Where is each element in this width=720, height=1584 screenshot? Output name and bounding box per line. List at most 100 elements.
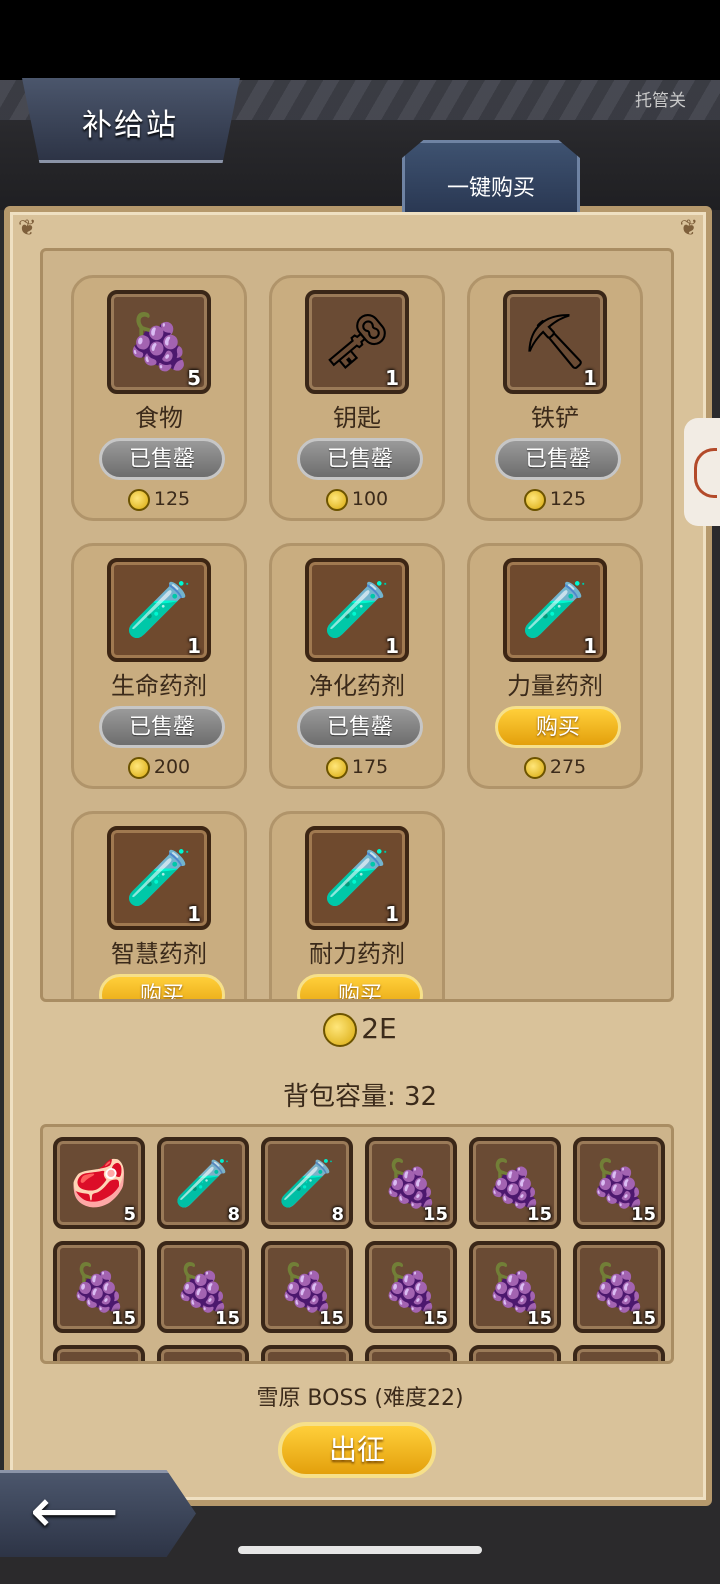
red-potion-icon: 🧪 1 [107,558,211,662]
price-value: 125 [549,488,587,510]
corner-ornament-icon: ❦ [18,216,37,241]
bag-slot[interactable]: 🍇 15 [573,1137,665,1229]
slot-count: 15 [526,1204,552,1225]
gold-coin-icon [325,756,348,779]
food-icon: 🍇 [382,1156,440,1210]
price-value: 125 [153,488,191,510]
shop-item-card[interactable]: 🧪 1 生命药剂 已售罄 200 [71,543,247,789]
one-key-buy-button[interactable]: 一键购买 [402,140,580,212]
slot-count: 8 [227,1204,240,1225]
food-icon: 🍇 [382,1260,440,1314]
bag-capacity-label: 背包容量: 32 [282,1082,438,1112]
price-value: 275 [549,756,587,778]
slot-count: 15 [110,1308,136,1329]
buy-button[interactable]: 购买 [297,974,423,999]
item-count: 1 [187,902,201,926]
top-bar [0,0,720,80]
shop-item-card[interactable]: 🧪 1 净化药剂 已售罄 175 [269,543,445,789]
item-name: 钥匙 [333,404,381,432]
slot-count: 15 [422,1308,448,1329]
buy-button[interactable]: 购买 [99,974,225,999]
item-price: 175 [272,756,442,779]
shop-item-card[interactable]: 🗝 1 钥匙 已售罄 100 [269,275,445,521]
bag-slot[interactable]: 🍇 15 [469,1137,561,1229]
boss-label: 雪原 BOSS (难度22) [256,1386,464,1411]
side-handle[interactable] [684,418,720,526]
corner-ornament-icon: ❦ [679,216,698,241]
bag-slot[interactable] [261,1345,353,1361]
orange-potion-icon: 🧪 1 [503,558,607,662]
bag-slot[interactable] [365,1345,457,1361]
bag-slot[interactable] [573,1345,665,1361]
price-value: 200 [153,756,191,778]
item-name: 食物 [135,404,183,432]
item-count: 1 [583,634,597,658]
item-count: 5 [187,366,201,390]
item-count: 1 [385,902,399,926]
item-name: 力量药剂 [507,672,603,700]
buy-button[interactable]: 购买 [495,706,621,748]
go-button[interactable]: 出征 [278,1422,436,1478]
bag-slot[interactable]: 🥩 5 [53,1137,145,1229]
page-title: 补给站 [82,108,178,143]
shop-item-card[interactable]: 🧪 1 耐力药剂 购买 [269,811,445,999]
gold-balance: 2E [0,1012,720,1047]
food-icon: 🍇 [486,1156,544,1210]
item-price: 200 [74,756,244,779]
item-name: 铁铲 [531,404,579,432]
bag-slot[interactable] [469,1345,561,1361]
bag-grid[interactable]: 🥩 5 🧪 8 🧪 8 🍇 15 🍇 15 🍇 15 🍇 15 🍇 15 🍇 15 🍇 15 🍇 15 🍇 15 [40,1124,674,1364]
sold-out-button[interactable]: 已售罄 [99,706,225,748]
food-icon: 🍇 [486,1260,544,1314]
item-count: 1 [385,366,399,390]
back-arrow-icon[interactable]: ⟵ [30,1474,119,1548]
slot-count: 8 [331,1204,344,1225]
bag-slot[interactable] [157,1345,249,1361]
gold-coin-icon [127,756,150,779]
blue-potion-icon: 🧪 1 [305,558,409,662]
sold-out-button[interactable]: 已售罄 [297,706,423,748]
item-price: 275 [470,756,640,779]
shop-item-card[interactable]: 🧪 1 智慧药剂 购买 [71,811,247,999]
bag-slot[interactable]: 🍇 15 [573,1241,665,1333]
food-icon: 🍇 [70,1260,128,1314]
bag-slot[interactable]: 🍇 15 [261,1241,353,1333]
bag-slot[interactable]: 🧪 8 [261,1137,353,1229]
shop-item-card[interactable]: 🍇 5 食物 已售罄 125 [71,275,247,521]
blue-potion-icon: 🧪 [278,1156,336,1210]
sold-out-button[interactable]: 已售罄 [495,438,621,480]
shovel-icon: ⛏ 1 [503,290,607,394]
slot-count: 15 [526,1308,552,1329]
item-count: 1 [583,366,597,390]
gold-coin-icon [523,756,546,779]
food-icon: 🍇 [590,1260,648,1314]
slot-count: 15 [214,1308,240,1329]
gold-coin-icon [323,1013,358,1047]
price-value: 100 [351,488,389,510]
gold-coin-icon [325,488,348,511]
auto-toggle[interactable]: 托管关 [635,86,686,111]
item-count: 1 [385,634,399,658]
item-price: 125 [74,488,244,511]
bag-slot[interactable] [53,1345,145,1361]
bag-slot[interactable]: 🍇 15 [469,1241,561,1333]
shop-grid[interactable]: 🍇 5 食物 已售罄 125 🗝 1 钥匙 已售罄 100 ⛏ 1 铁铲 已售罄 125 🧪 1 生命药剂 已售罄 2… [40,248,674,1002]
gold-coin-icon [523,488,546,511]
item-name: 智慧药剂 [111,940,207,968]
bag-slot[interactable]: 🍇 15 [365,1137,457,1229]
meat-icon: 🥩 [70,1156,128,1210]
bag-slot[interactable]: 🍇 15 [157,1241,249,1333]
bag-slot[interactable]: 🧪 8 [157,1137,249,1229]
shop-item-card[interactable]: 🧪 1 力量药剂购买 275 [467,543,643,789]
food-icon: 🍇 [590,1156,648,1210]
bag-slot[interactable]: 🍇 15 [365,1241,457,1333]
bag-slot[interactable]: 🍇 15 [53,1241,145,1333]
yellow-potion-icon: 🧪 1 [305,826,409,930]
slot-count: 15 [630,1204,656,1225]
shop-item-card[interactable]: ⛏ 1 铁铲已售罄 125 [467,275,643,521]
home-indicator[interactable] [238,1546,482,1554]
sold-out-button[interactable]: 已售罄 [297,438,423,480]
item-count: 1 [187,634,201,658]
sold-out-button[interactable]: 已售罄 [99,438,225,480]
slot-count: 15 [630,1308,656,1329]
